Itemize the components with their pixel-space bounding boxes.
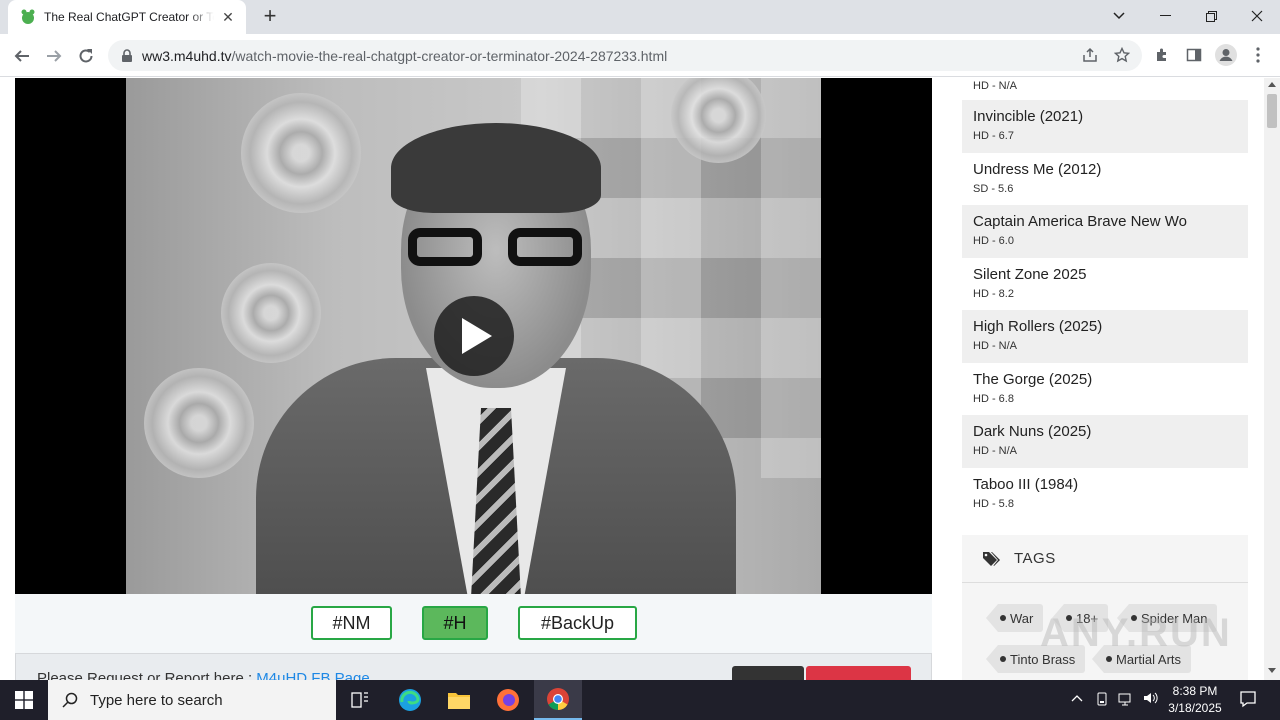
- reload-icon[interactable]: [72, 42, 100, 70]
- edge-browser-icon[interactable]: [386, 680, 434, 720]
- report-action-button[interactable]: [732, 666, 804, 680]
- movie-title[interactable]: Captain America Brave New Wo: [973, 213, 1237, 230]
- watermark-logo: ANY.RUN: [1040, 611, 1232, 655]
- volume-icon[interactable]: [1143, 691, 1159, 708]
- url-text: ww3.m4uhd.tv/watch-movie-the-real-chatgp…: [142, 48, 667, 64]
- notifications-icon[interactable]: [1239, 690, 1257, 711]
- movie-title[interactable]: High Rollers (2025): [973, 318, 1237, 335]
- movie-meta: HD - 8.2: [973, 287, 1014, 300]
- restore-icon[interactable]: [1188, 0, 1234, 32]
- chrome-icon[interactable]: [534, 680, 582, 720]
- file-explorer-icon[interactable]: [435, 680, 483, 720]
- device-icon[interactable]: [1095, 692, 1109, 709]
- movie-meta: HD - N/A: [973, 340, 1017, 352]
- list-item[interactable]: Dark Nuns (2025) HD - N/A: [962, 415, 1248, 468]
- tab-strip: The Real ChatGPT Creator or Terminator ✕…: [0, 0, 1280, 34]
- report-alert-button[interactable]: [806, 666, 911, 680]
- report-box: Please Request or Report here : M4uHD FB…: [15, 653, 932, 680]
- back-arrow-icon[interactable]: [8, 42, 36, 70]
- list-item[interactable]: High Rollers (2025) HD - N/A: [962, 310, 1248, 363]
- browser-toolbar: ww3.m4uhd.tv/watch-movie-the-real-chatgp…: [0, 34, 1280, 77]
- minimize-icon[interactable]: [1142, 0, 1188, 32]
- close-tab-icon[interactable]: ✕: [220, 9, 236, 25]
- server-selector: #NM #H #BackUp: [15, 594, 932, 654]
- clock-date: 3/18/2025: [1168, 701, 1222, 715]
- more-menu-icon[interactable]: [1245, 42, 1271, 68]
- search-placeholder: Type here to search: [90, 691, 223, 709]
- tab-title: The Real ChatGPT Creator or Terminator: [44, 10, 214, 24]
- tags-title: TAGS: [1014, 550, 1056, 567]
- page-scrollbar[interactable]: [1264, 78, 1280, 680]
- list-item[interactable]: Silent Zone 2025 HD - 8.2: [962, 258, 1248, 311]
- movie-list: Invincible (2021) HD - 6.7 Undress Me (2…: [962, 100, 1248, 520]
- movie-meta: HD - 5.8: [973, 497, 1014, 510]
- list-item[interactable]: Taboo III (1984) HD - 5.8: [962, 468, 1248, 521]
- taskbar-search-input[interactable]: Type here to search: [48, 680, 336, 720]
- url-path: /watch-movie-the-real-chatgpt-creator-or…: [231, 47, 668, 64]
- page-viewport: #NM #H #BackUp Please Request or Report …: [0, 78, 1264, 680]
- movie-title[interactable]: Dark Nuns (2025): [973, 423, 1237, 440]
- fb-page-link[interactable]: M4uHD FB Page: [256, 670, 369, 680]
- list-item[interactable]: Undress Me (2012) SD - 5.6: [962, 153, 1248, 206]
- list-item[interactable]: Invincible (2021) HD - 6.7: [962, 100, 1248, 153]
- bookmark-star-icon[interactable]: [1109, 42, 1135, 68]
- site-favicon-icon: [21, 9, 35, 24]
- taskbar: Type here to search 8:38 PM 3/18/2025: [0, 680, 1280, 720]
- server-button-h[interactable]: #H: [422, 606, 488, 640]
- movie-title[interactable]: Undress Me (2012): [973, 161, 1237, 178]
- movie-title[interactable]: The Gorge (2025): [973, 371, 1237, 388]
- url-domain: ww3.m4uhd.tv: [142, 47, 232, 64]
- clock-time: 8:38 PM: [1172, 684, 1218, 698]
- side-panel-icon[interactable]: [1181, 42, 1207, 68]
- share-icon[interactable]: [1077, 42, 1103, 68]
- tab-search-icon[interactable]: [1096, 0, 1142, 32]
- play-button[interactable]: [434, 296, 514, 376]
- firefox-icon[interactable]: [484, 680, 532, 720]
- movie-title[interactable]: Taboo III (1984): [973, 476, 1237, 493]
- movie-meta: HD - 6.8: [973, 392, 1014, 405]
- tags-icon: [983, 551, 1000, 566]
- movie-meta-partial: HD - N/A: [973, 80, 1017, 92]
- tray-overflow-icon[interactable]: [1071, 690, 1083, 705]
- report-label: Please Request or Report here :: [37, 670, 257, 680]
- new-tab-button[interactable]: +: [258, 5, 282, 29]
- movie-title[interactable]: Invincible (2021): [973, 108, 1237, 125]
- extensions-puzzle-icon[interactable]: [1149, 42, 1175, 68]
- browser-tab[interactable]: The Real ChatGPT Creator or Terminator ✕: [8, 0, 246, 34]
- list-item[interactable]: Captain America Brave New Wo HD - 6.0: [962, 205, 1248, 258]
- list-item[interactable]: The Gorge (2025) HD - 6.8: [962, 363, 1248, 416]
- tags-header: TAGS: [962, 535, 1248, 583]
- task-view-icon[interactable]: [336, 680, 384, 720]
- report-text: Please Request or Report here : M4uHD FB…: [37, 670, 370, 680]
- scrollbar-thumb[interactable]: [1267, 94, 1277, 128]
- lock-icon: [122, 48, 132, 62]
- movie-meta: HD - N/A: [973, 445, 1017, 457]
- movie-meta: HD - 6.0: [973, 235, 1014, 247]
- server-button-backup[interactable]: #BackUp: [518, 606, 637, 640]
- network-icon[interactable]: [1118, 692, 1134, 709]
- play-icon: [462, 318, 492, 354]
- search-icon: [62, 692, 78, 708]
- close-window-icon[interactable]: [1234, 0, 1280, 32]
- tags-panel: TAGS War 18+ Spider Man Tinto Brass Mart…: [962, 535, 1248, 680]
- address-bar[interactable]: ww3.m4uhd.tv/watch-movie-the-real-chatgp…: [108, 40, 1142, 71]
- profile-avatar-icon[interactable]: [1213, 42, 1239, 68]
- system-clock[interactable]: 8:38 PM 3/18/2025: [1160, 683, 1230, 717]
- server-button-nm[interactable]: #NM: [311, 606, 392, 640]
- windows-start-icon[interactable]: [0, 680, 48, 720]
- forward-arrow-icon[interactable]: [40, 42, 68, 70]
- tag-war[interactable]: War: [986, 604, 1044, 632]
- video-player[interactable]: [15, 78, 932, 594]
- movie-title[interactable]: Silent Zone 2025: [973, 266, 1237, 283]
- movie-meta: HD - 6.7: [973, 130, 1014, 142]
- movie-meta: SD - 5.6: [973, 182, 1014, 195]
